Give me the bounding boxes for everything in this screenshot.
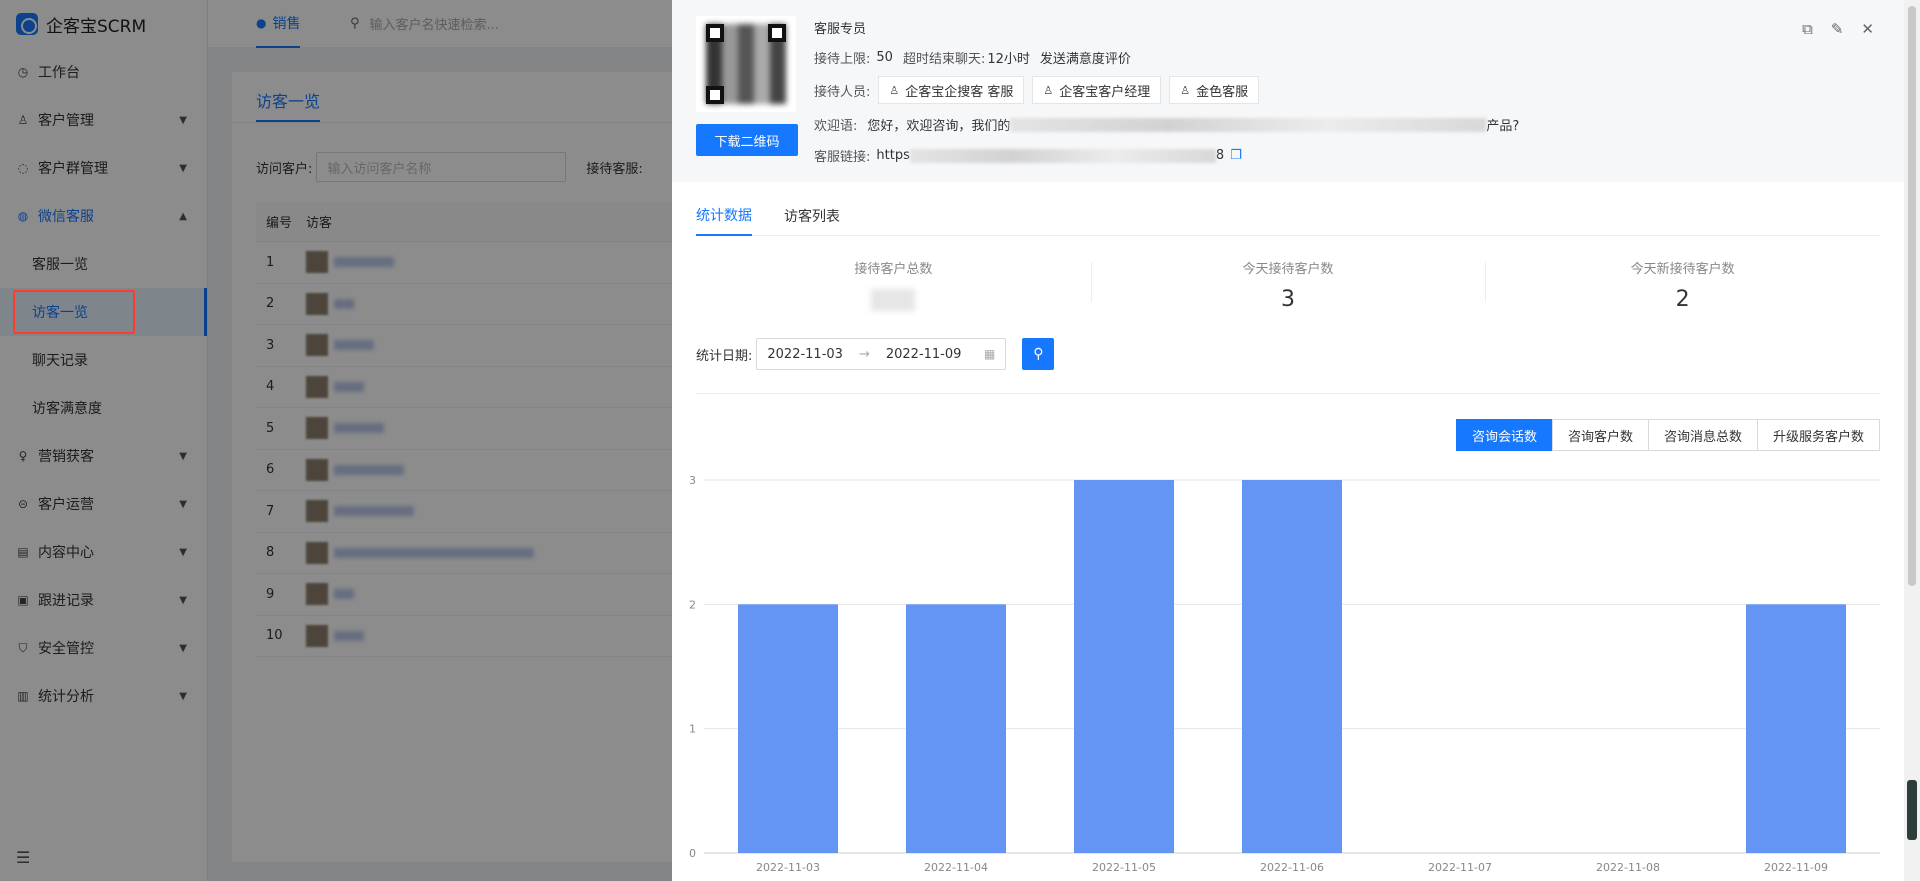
arrow-right-icon: → xyxy=(858,346,870,362)
staff-tag-label: 企客宝客户经理 xyxy=(1059,84,1151,100)
tab-statistics[interactable]: 统计数据 xyxy=(696,196,752,236)
limit-label: 接待上限: xyxy=(814,52,871,67)
welcome-row: 欢迎语: 您好，欢迎咨询，我们的 产品? xyxy=(814,115,1519,134)
share-icon[interactable]: ⧉ xyxy=(1802,20,1813,38)
date-filter: 统计日期: 2022-11-03 → 2022-11-09 ▦ ⚲ xyxy=(696,338,1055,370)
date-label: 统计日期: xyxy=(696,348,753,364)
metric-button-customers[interactable]: 咨询客户数 xyxy=(1551,419,1649,451)
y-tick-label: 3 xyxy=(689,474,696,487)
welcome-text-prefix: 您好，欢迎咨询，我们的 xyxy=(867,119,1011,134)
timeout-value: 12小时 xyxy=(987,52,1030,67)
scrollbar-thumb[interactable] xyxy=(1908,6,1916,586)
sessions-bar-chart: 0 1 2 3 2022-11-03 2022-11-04 2022-11-05 2022-1… xyxy=(672,470,1904,881)
service-link-row: 客服链接: https 8 ❐ xyxy=(814,146,1242,165)
date-end[interactable]: 2022-11-09 xyxy=(886,347,962,362)
welcome-text-suffix: 产品? xyxy=(1486,119,1520,134)
staff-tag: ♙ 企客宝客户经理 xyxy=(1032,76,1162,104)
metric-button-messages[interactable]: 咨询消息总数 xyxy=(1647,419,1758,451)
y-tick-label: 1 xyxy=(689,723,696,736)
divider xyxy=(696,393,1880,394)
bar xyxy=(1074,480,1174,853)
stat-label: 今天接待客户数 xyxy=(1242,262,1334,277)
service-name-text: 客服专员 xyxy=(814,22,867,37)
staff-tag-label: 企客宝企搜客 客服 xyxy=(905,84,1014,100)
link-prefix: https xyxy=(876,148,910,163)
service-name: 客服专员 xyxy=(814,18,866,37)
download-qr-button[interactable]: 下载二维码 xyxy=(696,124,798,156)
satisfaction-setting: 发送满意度评价 xyxy=(1039,52,1131,67)
y-tick-label: 0 xyxy=(689,847,696,860)
redacted-link xyxy=(909,148,1216,163)
stat-value-redacted xyxy=(871,289,916,311)
timeout-label: 超时结束聊天: xyxy=(902,52,986,67)
qr-corner-marker xyxy=(706,24,724,42)
user-icon: ♙ xyxy=(1043,83,1054,97)
user-icon: ♙ xyxy=(889,83,900,97)
bar xyxy=(906,604,1006,853)
service-limits: 接待上限: 50 超时结束聊天: 12小时 发送满意度评价 xyxy=(814,48,1131,67)
side-widget[interactable] xyxy=(1907,780,1917,840)
x-tick-label: 2022-11-08 xyxy=(1596,861,1660,874)
stat-value: 2 xyxy=(1675,287,1690,312)
edit-icon[interactable]: ✎ xyxy=(1831,20,1844,38)
highlight-box xyxy=(13,290,135,334)
bar xyxy=(1746,604,1846,853)
x-tick-label: 2022-11-06 xyxy=(1260,861,1324,874)
stats-summary: 接待客户总数 今天接待客户数 3 今天新接待客户数 2 xyxy=(696,258,1880,318)
x-tick-label: 2022-11-09 xyxy=(1764,861,1828,874)
date-range-picker[interactable]: 2022-11-03 → 2022-11-09 ▦ xyxy=(756,338,1007,370)
search-button[interactable]: ⚲ xyxy=(1022,338,1055,370)
stat-today-customers: 今天接待客户数 3 xyxy=(1090,258,1486,318)
x-tick-label: 2022-11-05 xyxy=(1092,861,1156,874)
search-icon: ⚲ xyxy=(1033,346,1044,362)
scrollbar[interactable] xyxy=(1904,0,1920,881)
metric-selector: 咨询会话数 咨询客户数 咨询消息总数 升级服务客户数 xyxy=(1455,419,1880,451)
bar xyxy=(738,604,838,853)
link-label: 客服链接: xyxy=(814,150,871,165)
qr-code-image xyxy=(696,16,796,112)
copy-icon[interactable]: ❐ xyxy=(1230,148,1242,163)
qr-corner-marker xyxy=(768,24,786,42)
stat-total-customers: 接待客户总数 xyxy=(696,258,1091,318)
close-icon[interactable]: ✕ xyxy=(1861,20,1874,38)
staff-tag: ♙ 企客宝企搜客 客服 xyxy=(878,76,1025,104)
drawer-actions: ⧉ ✎ ✕ xyxy=(1802,20,1874,38)
staff-tag-label: 金色客服 xyxy=(1196,84,1249,100)
tab-visitor-list[interactable]: 访客列表 xyxy=(784,196,840,236)
drawer-tabs: 统计数据 访客列表 xyxy=(696,196,1880,236)
calendar-icon: ▦ xyxy=(984,347,996,361)
x-tick-label: 2022-11-03 xyxy=(756,861,820,874)
staff-row: 接待人员: ♙ 企客宝企搜客 客服 ♙ 企客宝客户经理 ♙ 金色客服 xyxy=(814,76,1260,104)
service-detail-drawer: 下载二维码 客服专员 接待上限: 50 超时结束聊天: 12小时 发送满意度评价… xyxy=(672,0,1904,881)
limit-value: 50 xyxy=(876,50,893,65)
stat-today-new-customers: 今天新接待客户数 2 xyxy=(1485,258,1880,318)
service-info-header: 下载二维码 客服专员 接待上限: 50 超时结束聊天: 12小时 发送满意度评价… xyxy=(672,0,1904,182)
chart-canvas: 0 1 2 3 2022-11-03 2022-11-04 2022-11-05 2022-1… xyxy=(689,474,1880,874)
x-tick-label: 2022-11-07 xyxy=(1428,861,1492,874)
redacted-text xyxy=(1010,117,1487,132)
qr-corner-marker xyxy=(706,86,724,104)
stat-label: 接待客户总数 xyxy=(854,262,933,277)
link-suffix: 8 xyxy=(1215,148,1225,163)
y-tick-label: 2 xyxy=(689,598,696,611)
stat-value: 3 xyxy=(1281,287,1295,312)
welcome-label: 欢迎语: xyxy=(814,119,858,134)
bar xyxy=(1242,480,1342,853)
stat-label: 今天新接待客户数 xyxy=(1630,262,1735,277)
x-tick-label: 2022-11-04 xyxy=(924,861,988,874)
metric-button-sessions[interactable]: 咨询会话数 xyxy=(1455,419,1553,451)
user-icon: ♙ xyxy=(1180,83,1191,97)
staff-tag: ♙ 金色客服 xyxy=(1169,76,1260,104)
date-start[interactable]: 2022-11-03 xyxy=(767,347,843,362)
staff-label: 接待人员: xyxy=(814,84,871,100)
metric-button-upgrades[interactable]: 升级服务客户数 xyxy=(1756,419,1880,451)
